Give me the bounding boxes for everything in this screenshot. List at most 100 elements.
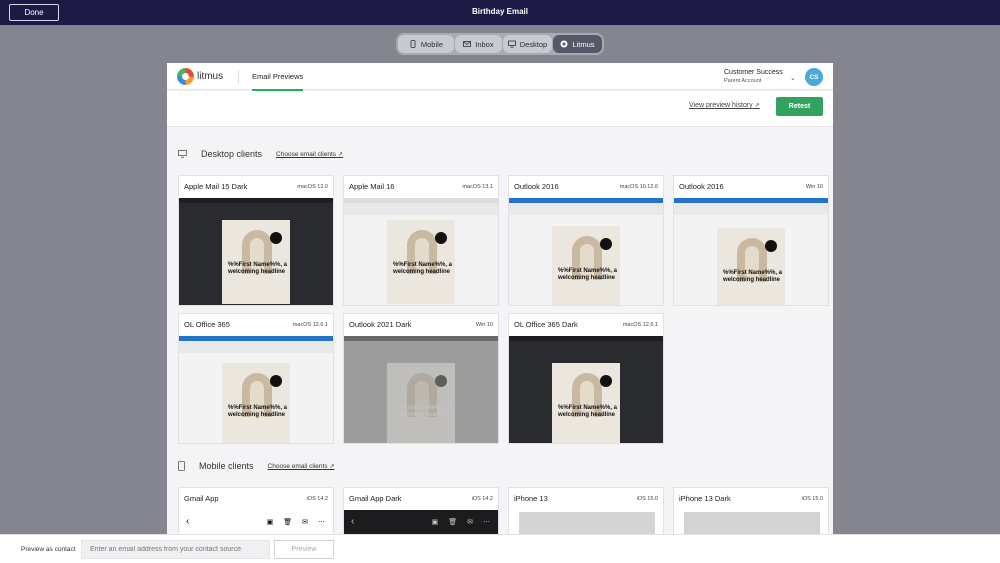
account-sub: Parent Account xyxy=(724,78,762,84)
retest-button[interactable]: Retest xyxy=(776,97,823,116)
email-preview-thumbnail[interactable]: ‹ ▣ 🗑 ✉ ⋯ xyxy=(344,510,498,534)
trash-icon: 🗑 xyxy=(448,519,458,526)
client-card[interactable]: iPhone 13 iOS 15.0 xyxy=(508,487,664,534)
email-preview-thumbnail[interactable]: %%First Name%%, a welcoming headline xyxy=(344,198,498,305)
litmus-logo[interactable]: litmus xyxy=(177,68,223,85)
archive-icon: ▣ xyxy=(266,519,274,526)
email-preview-thumbnail[interactable]: %%First Name%%, a welcoming headline xyxy=(509,198,663,305)
client-name: Gmail App Dark xyxy=(349,494,402,503)
email-preview-thumbnail[interactable] xyxy=(509,510,663,534)
client-os: macOS 12.0 xyxy=(297,184,328,190)
client-os: iOS 15.0 xyxy=(636,496,658,502)
mode-litmus[interactable]: Litmus xyxy=(552,35,603,53)
header-divider xyxy=(238,70,239,84)
preview-headline: %%First Name%%, a welcoming headline xyxy=(393,262,453,275)
client-name: Apple Mail 16 xyxy=(349,182,395,191)
email-preview-thumbnail[interactable]: %%First Name%%, a welcoming headline xyxy=(344,336,498,443)
account-name: Customer Success xyxy=(724,69,783,76)
client-os: iOS 14.2 xyxy=(471,496,493,502)
more-icon: ⋯ xyxy=(318,519,325,526)
email-preview-thumbnail[interactable]: ‹ ▣ 🗑 ✉ ⋯ xyxy=(179,510,333,534)
mail-icon: ✉ xyxy=(467,519,473,526)
choose-email-clients-link[interactable]: Choose email clients ↗ xyxy=(276,151,343,158)
client-card[interactable]: Outlook 2021 Dark Win 10 %%First Name%%, … xyxy=(343,313,499,444)
email-preview-thumbnail[interactable]: %%First Name%%, a welcoming headline xyxy=(179,198,333,305)
choose-clients-label: Choose email clients xyxy=(276,150,337,158)
desktop-section-title: Desktop clients xyxy=(201,149,263,159)
view-preview-history-link[interactable]: View preview history ↗ xyxy=(689,102,760,109)
email-preview-thumbnail[interactable]: %%First Name%%, a welcoming headline xyxy=(674,198,828,305)
choose-clients-label: Choose email clients xyxy=(267,462,328,470)
external-link-icon: ↗ xyxy=(329,463,335,470)
client-os: iOS 15.0 xyxy=(801,496,823,502)
client-card[interactable]: Outlook 2016 Win 10 %%First Name%%, a wel… xyxy=(673,175,829,306)
mode-inbox-label: Inbox xyxy=(475,39,494,49)
contact-email-input[interactable] xyxy=(81,540,270,559)
tab-email-previews[interactable]: Email Previews xyxy=(252,63,304,91)
archive-icon: ▣ xyxy=(431,519,439,526)
client-name: Outlook 2021 Dark xyxy=(349,320,412,329)
client-card[interactable]: Outlook 2016 macOS 10.12.6 %%First Name%%… xyxy=(508,175,664,306)
client-name: Gmail App xyxy=(184,494,219,503)
mobile-section-header: Mobile clients Choose email clients ↗ xyxy=(178,460,334,472)
client-name: Outlook 2016 xyxy=(679,182,724,191)
back-arrow-icon: ‹ xyxy=(351,516,355,527)
client-card[interactable]: OL Office 365 Dark macOS 12.6.1 %%First N… xyxy=(508,313,664,444)
client-name: OL Office 365 Dark xyxy=(514,320,578,329)
avatar[interactable]: CS xyxy=(805,68,823,86)
page-title: Birthday Email xyxy=(471,7,528,16)
email-preview-thumbnail[interactable]: %%First Name%%, a welcoming headline xyxy=(179,336,333,443)
mode-inbox[interactable]: Inbox xyxy=(454,35,502,53)
bottom-bar: Preview as contact Preview xyxy=(0,534,1000,563)
client-card[interactable]: Gmail App Dark iOS 14.2 ‹ ▣ 🗑 ✉ ⋯ xyxy=(343,487,499,534)
trash-icon: 🗑 xyxy=(283,519,293,526)
history-label: View preview history xyxy=(689,102,753,109)
mobile-section-title: Mobile clients xyxy=(199,461,254,471)
mode-desktop[interactable]: Desktop xyxy=(502,35,552,53)
mode-mobile-label: Mobile xyxy=(420,39,443,49)
client-os: macOS 12.6.1 xyxy=(292,322,328,328)
external-link-icon: ↗ xyxy=(337,151,343,158)
client-name: Apple Mail 15 Dark xyxy=(184,182,248,191)
desktop-section-header: Desktop clients Choose email clients ↗ xyxy=(178,148,343,160)
mobile-icon xyxy=(410,40,416,48)
desktop-icon xyxy=(178,150,187,158)
mail-icon: ✉ xyxy=(302,519,308,526)
mode-mobile[interactable]: Mobile xyxy=(398,35,454,53)
client-os: Win 10 xyxy=(475,322,493,328)
client-os: macOS 13.1 xyxy=(462,184,493,190)
mail-icon xyxy=(463,41,472,47)
client-os: macOS 10.12.6 xyxy=(619,184,658,190)
preview-as-contact-label: Preview as contact xyxy=(21,546,76,553)
external-link-icon: ↗ xyxy=(754,103,760,109)
action-bar: View preview history ↗ Retest xyxy=(167,91,833,127)
preview-headline: %%First Name%%, a welcoming headline xyxy=(723,270,783,283)
email-preview-thumbnail[interactable]: %%First Name%%, a welcoming headline xyxy=(509,336,663,443)
email-preview-thumbnail[interactable] xyxy=(674,510,828,534)
client-os: macOS 12.6.1 xyxy=(622,322,658,328)
preview-headline: %%First Name%%, a welcoming headline xyxy=(228,262,288,275)
client-card[interactable]: iPhone 13 Dark iOS 15.0 xyxy=(673,487,829,534)
client-card[interactable]: Apple Mail 15 Dark macOS 12.0 %%First Nam… xyxy=(178,175,334,306)
preview-headline: %%First Name%%, a welcoming headline xyxy=(228,405,288,418)
client-name: Outlook 2016 xyxy=(514,182,559,191)
account-switcher[interactable]: Customer Success Parent Account xyxy=(724,69,783,84)
litmus-logo-icon xyxy=(177,68,194,85)
preview-headline: %%First Name%%, a welcoming headline xyxy=(558,268,618,281)
client-card[interactable]: OL Office 365 macOS 12.6.1 %%First Name%%… xyxy=(178,313,334,444)
mode-litmus-label: Litmus xyxy=(572,39,595,49)
litmus-panel: litmus Email Previews Customer Success P… xyxy=(167,63,833,534)
mobile-icon xyxy=(178,461,185,471)
chevron-down-icon[interactable]: ⌄ xyxy=(790,74,796,82)
client-name: OL Office 365 xyxy=(184,320,230,329)
client-card[interactable]: Apple Mail 16 macOS 13.1 %%First Name%%, … xyxy=(343,175,499,306)
more-icon: ⋯ xyxy=(483,519,490,526)
litmus-icon xyxy=(560,40,568,48)
client-os: iOS 14.2 xyxy=(306,496,328,502)
client-card[interactable]: Gmail App iOS 14.2 ‹ ▣ 🗑 ✉ ⋯ xyxy=(178,487,334,534)
choose-email-clients-link[interactable]: Choose email clients ↗ xyxy=(268,463,335,470)
preview-button[interactable]: Preview xyxy=(274,540,334,559)
desktop-icon xyxy=(507,40,516,48)
client-os: Win 10 xyxy=(805,184,823,190)
client-name: iPhone 13 xyxy=(514,494,548,503)
